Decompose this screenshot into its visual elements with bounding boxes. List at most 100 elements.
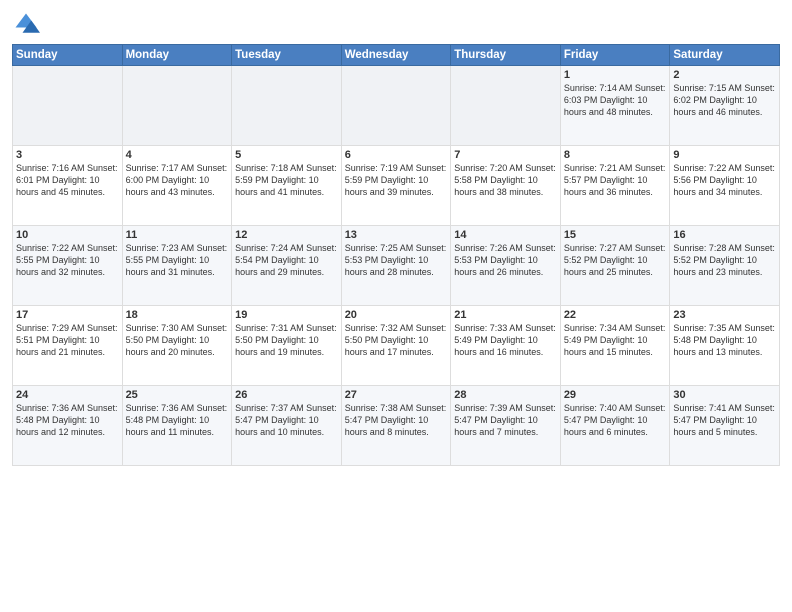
week-row-0: 1Sunrise: 7:14 AM Sunset: 6:03 PM Daylig… [13,66,780,146]
day-number: 7 [454,149,557,161]
day-number: 16 [673,229,776,241]
day-number: 17 [16,309,119,321]
weekday-header-thursday: Thursday [451,45,561,66]
day-info: Sunrise: 7:36 AM Sunset: 5:48 PM Dayligh… [16,402,119,438]
weekday-header-monday: Monday [122,45,232,66]
calendar-cell: 5Sunrise: 7:18 AM Sunset: 5:59 PM Daylig… [232,146,342,226]
calendar-cell: 26Sunrise: 7:37 AM Sunset: 5:47 PM Dayli… [232,386,342,466]
day-info: Sunrise: 7:38 AM Sunset: 5:47 PM Dayligh… [345,402,448,438]
calendar-cell: 15Sunrise: 7:27 AM Sunset: 5:52 PM Dayli… [560,226,670,306]
day-number: 14 [454,229,557,241]
calendar-cell: 6Sunrise: 7:19 AM Sunset: 5:59 PM Daylig… [341,146,451,226]
day-info: Sunrise: 7:25 AM Sunset: 5:53 PM Dayligh… [345,242,448,278]
day-number: 2 [673,69,776,81]
day-info: Sunrise: 7:37 AM Sunset: 5:47 PM Dayligh… [235,402,338,438]
calendar-header: SundayMondayTuesdayWednesdayThursdayFrid… [13,45,780,66]
day-info: Sunrise: 7:24 AM Sunset: 5:54 PM Dayligh… [235,242,338,278]
week-row-4: 24Sunrise: 7:36 AM Sunset: 5:48 PM Dayli… [13,386,780,466]
day-number: 5 [235,149,338,161]
day-info: Sunrise: 7:33 AM Sunset: 5:49 PM Dayligh… [454,322,557,358]
calendar-cell: 17Sunrise: 7:29 AM Sunset: 5:51 PM Dayli… [13,306,123,386]
day-number: 20 [345,309,448,321]
calendar-cell: 16Sunrise: 7:28 AM Sunset: 5:52 PM Dayli… [670,226,780,306]
weekday-header-tuesday: Tuesday [232,45,342,66]
day-number: 8 [564,149,667,161]
day-number: 21 [454,309,557,321]
calendar-cell: 11Sunrise: 7:23 AM Sunset: 5:55 PM Dayli… [122,226,232,306]
calendar-cell [232,66,342,146]
calendar-cell: 27Sunrise: 7:38 AM Sunset: 5:47 PM Dayli… [341,386,451,466]
calendar-cell: 25Sunrise: 7:36 AM Sunset: 5:48 PM Dayli… [122,386,232,466]
day-number: 27 [345,389,448,401]
calendar-cell: 30Sunrise: 7:41 AM Sunset: 5:47 PM Dayli… [670,386,780,466]
weekday-header-saturday: Saturday [670,45,780,66]
day-number: 25 [126,389,229,401]
logo-icon [12,10,40,38]
day-info: Sunrise: 7:39 AM Sunset: 5:47 PM Dayligh… [454,402,557,438]
week-row-3: 17Sunrise: 7:29 AM Sunset: 5:51 PM Dayli… [13,306,780,386]
day-number: 1 [564,69,667,81]
day-info: Sunrise: 7:32 AM Sunset: 5:50 PM Dayligh… [345,322,448,358]
day-info: Sunrise: 7:18 AM Sunset: 5:59 PM Dayligh… [235,162,338,198]
weekday-row: SundayMondayTuesdayWednesdayThursdayFrid… [13,45,780,66]
day-info: Sunrise: 7:21 AM Sunset: 5:57 PM Dayligh… [564,162,667,198]
day-number: 23 [673,309,776,321]
day-info: Sunrise: 7:20 AM Sunset: 5:58 PM Dayligh… [454,162,557,198]
day-number: 11 [126,229,229,241]
calendar-cell: 4Sunrise: 7:17 AM Sunset: 6:00 PM Daylig… [122,146,232,226]
calendar-cell: 22Sunrise: 7:34 AM Sunset: 5:49 PM Dayli… [560,306,670,386]
calendar-container: SundayMondayTuesdayWednesdayThursdayFrid… [0,0,792,612]
day-number: 30 [673,389,776,401]
day-info: Sunrise: 7:16 AM Sunset: 6:01 PM Dayligh… [16,162,119,198]
header [12,10,780,38]
day-info: Sunrise: 7:17 AM Sunset: 6:00 PM Dayligh… [126,162,229,198]
day-info: Sunrise: 7:40 AM Sunset: 5:47 PM Dayligh… [564,402,667,438]
day-number: 28 [454,389,557,401]
calendar-cell: 24Sunrise: 7:36 AM Sunset: 5:48 PM Dayli… [13,386,123,466]
day-info: Sunrise: 7:34 AM Sunset: 5:49 PM Dayligh… [564,322,667,358]
calendar-cell: 14Sunrise: 7:26 AM Sunset: 5:53 PM Dayli… [451,226,561,306]
calendar-cell: 23Sunrise: 7:35 AM Sunset: 5:48 PM Dayli… [670,306,780,386]
calendar-cell: 18Sunrise: 7:30 AM Sunset: 5:50 PM Dayli… [122,306,232,386]
day-number: 22 [564,309,667,321]
day-info: Sunrise: 7:14 AM Sunset: 6:03 PM Dayligh… [564,82,667,118]
day-number: 24 [16,389,119,401]
calendar-cell [122,66,232,146]
day-info: Sunrise: 7:15 AM Sunset: 6:02 PM Dayligh… [673,82,776,118]
day-info: Sunrise: 7:35 AM Sunset: 5:48 PM Dayligh… [673,322,776,358]
calendar-table: SundayMondayTuesdayWednesdayThursdayFrid… [12,44,780,466]
day-number: 13 [345,229,448,241]
calendar-cell: 20Sunrise: 7:32 AM Sunset: 5:50 PM Dayli… [341,306,451,386]
day-info: Sunrise: 7:26 AM Sunset: 5:53 PM Dayligh… [454,242,557,278]
calendar-cell: 3Sunrise: 7:16 AM Sunset: 6:01 PM Daylig… [13,146,123,226]
weekday-header-sunday: Sunday [13,45,123,66]
weekday-header-wednesday: Wednesday [341,45,451,66]
calendar-cell: 21Sunrise: 7:33 AM Sunset: 5:49 PM Dayli… [451,306,561,386]
day-number: 3 [16,149,119,161]
calendar-cell: 7Sunrise: 7:20 AM Sunset: 5:58 PM Daylig… [451,146,561,226]
day-info: Sunrise: 7:31 AM Sunset: 5:50 PM Dayligh… [235,322,338,358]
day-number: 4 [126,149,229,161]
day-info: Sunrise: 7:36 AM Sunset: 5:48 PM Dayligh… [126,402,229,438]
day-number: 9 [673,149,776,161]
calendar-cell [451,66,561,146]
calendar-cell: 9Sunrise: 7:22 AM Sunset: 5:56 PM Daylig… [670,146,780,226]
logo [12,10,44,38]
calendar-cell: 19Sunrise: 7:31 AM Sunset: 5:50 PM Dayli… [232,306,342,386]
day-info: Sunrise: 7:28 AM Sunset: 5:52 PM Dayligh… [673,242,776,278]
day-info: Sunrise: 7:22 AM Sunset: 5:56 PM Dayligh… [673,162,776,198]
day-info: Sunrise: 7:29 AM Sunset: 5:51 PM Dayligh… [16,322,119,358]
day-number: 15 [564,229,667,241]
calendar-cell [341,66,451,146]
calendar-cell: 29Sunrise: 7:40 AM Sunset: 5:47 PM Dayli… [560,386,670,466]
calendar-cell: 13Sunrise: 7:25 AM Sunset: 5:53 PM Dayli… [341,226,451,306]
day-info: Sunrise: 7:41 AM Sunset: 5:47 PM Dayligh… [673,402,776,438]
day-info: Sunrise: 7:27 AM Sunset: 5:52 PM Dayligh… [564,242,667,278]
calendar-cell: 1Sunrise: 7:14 AM Sunset: 6:03 PM Daylig… [560,66,670,146]
day-info: Sunrise: 7:23 AM Sunset: 5:55 PM Dayligh… [126,242,229,278]
day-info: Sunrise: 7:30 AM Sunset: 5:50 PM Dayligh… [126,322,229,358]
calendar-cell: 28Sunrise: 7:39 AM Sunset: 5:47 PM Dayli… [451,386,561,466]
day-number: 19 [235,309,338,321]
calendar-cell: 2Sunrise: 7:15 AM Sunset: 6:02 PM Daylig… [670,66,780,146]
calendar-cell: 8Sunrise: 7:21 AM Sunset: 5:57 PM Daylig… [560,146,670,226]
